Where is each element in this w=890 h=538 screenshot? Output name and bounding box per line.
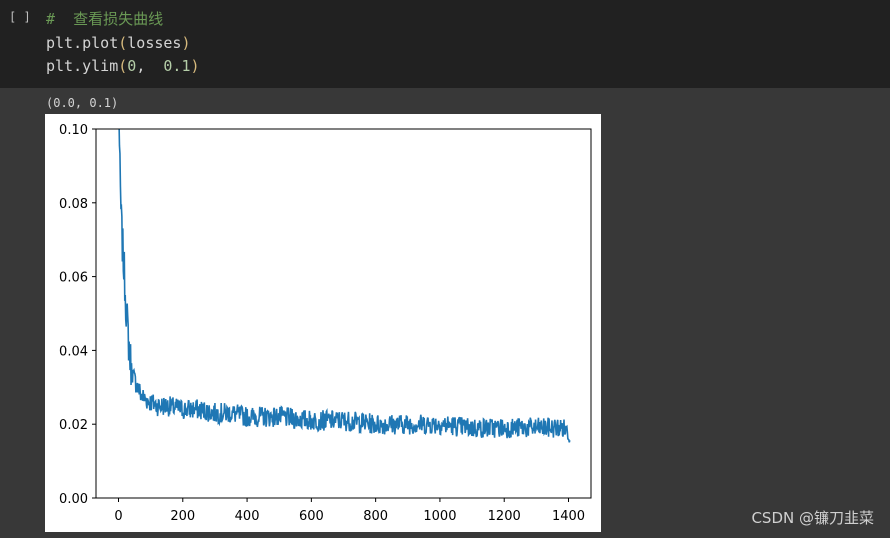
x-tick-label: 200 <box>170 509 195 524</box>
output-return-value: (0.0, 0.1) <box>46 96 119 110</box>
code-paren-close: ) <box>181 34 191 52</box>
x-tick-label: 1000 <box>423 509 456 524</box>
loss-curve-chart: 0 200 400 600 800 1000 1200 1400 0.00 0.02 0.04 0.0… <box>59 123 592 524</box>
code-paren-close: ) <box>190 57 200 75</box>
run-cell-button[interactable]: [ ] <box>9 10 31 24</box>
plot-image: 0 200 400 600 800 1000 1200 1400 0.00 0.02 0.04 0.0… <box>45 114 601 532</box>
y-tick-label: 0.10 <box>59 123 88 138</box>
y-tick-label: 0.00 <box>59 492 88 507</box>
x-tick-label: 0 <box>114 509 122 524</box>
csdn-watermark: CSDN @镰刀韭菜 <box>751 509 874 527</box>
y-tick-label: 0.08 <box>59 197 88 212</box>
y-tick-label: 0.02 <box>59 418 88 433</box>
x-tick-label: 1200 <box>488 509 521 524</box>
x-tick-label: 400 <box>235 509 260 524</box>
code-paren-open: ( <box>118 34 128 52</box>
x-tick-label: 1400 <box>552 509 585 524</box>
x-tick-label: 800 <box>363 509 388 524</box>
code-arg-ymax: 0.1 <box>163 57 191 75</box>
code-arg-ymin: 0 <box>127 57 137 75</box>
loss-line <box>118 129 571 443</box>
cell-output: (0.0, 0.1) 0 200 400 600 800 1000 1200 1400 0.00… <box>0 88 890 538</box>
code-line-plot: plt.plot(losses) <box>46 32 191 54</box>
code-arg-losses: losses <box>127 34 182 52</box>
y-tick-label: 0.04 <box>59 344 88 359</box>
code-separator: , <box>136 57 164 75</box>
code-paren-open: ( <box>118 57 128 75</box>
code-func-plot: plt.plot <box>46 34 119 52</box>
plot-frame <box>95 128 592 499</box>
code-func-ylim: plt.ylim <box>46 57 119 75</box>
code-cell[interactable]: [ ] # 查看损失曲线 plt.plot(losses) plt.ylim(0… <box>0 0 890 88</box>
code-line-ylim: plt.ylim(0, 0.1) <box>46 55 200 77</box>
y-tick-label: 0.06 <box>59 271 88 286</box>
code-comment-line: # 查看损失曲线 <box>46 10 164 28</box>
x-tick-label: 600 <box>299 509 324 524</box>
